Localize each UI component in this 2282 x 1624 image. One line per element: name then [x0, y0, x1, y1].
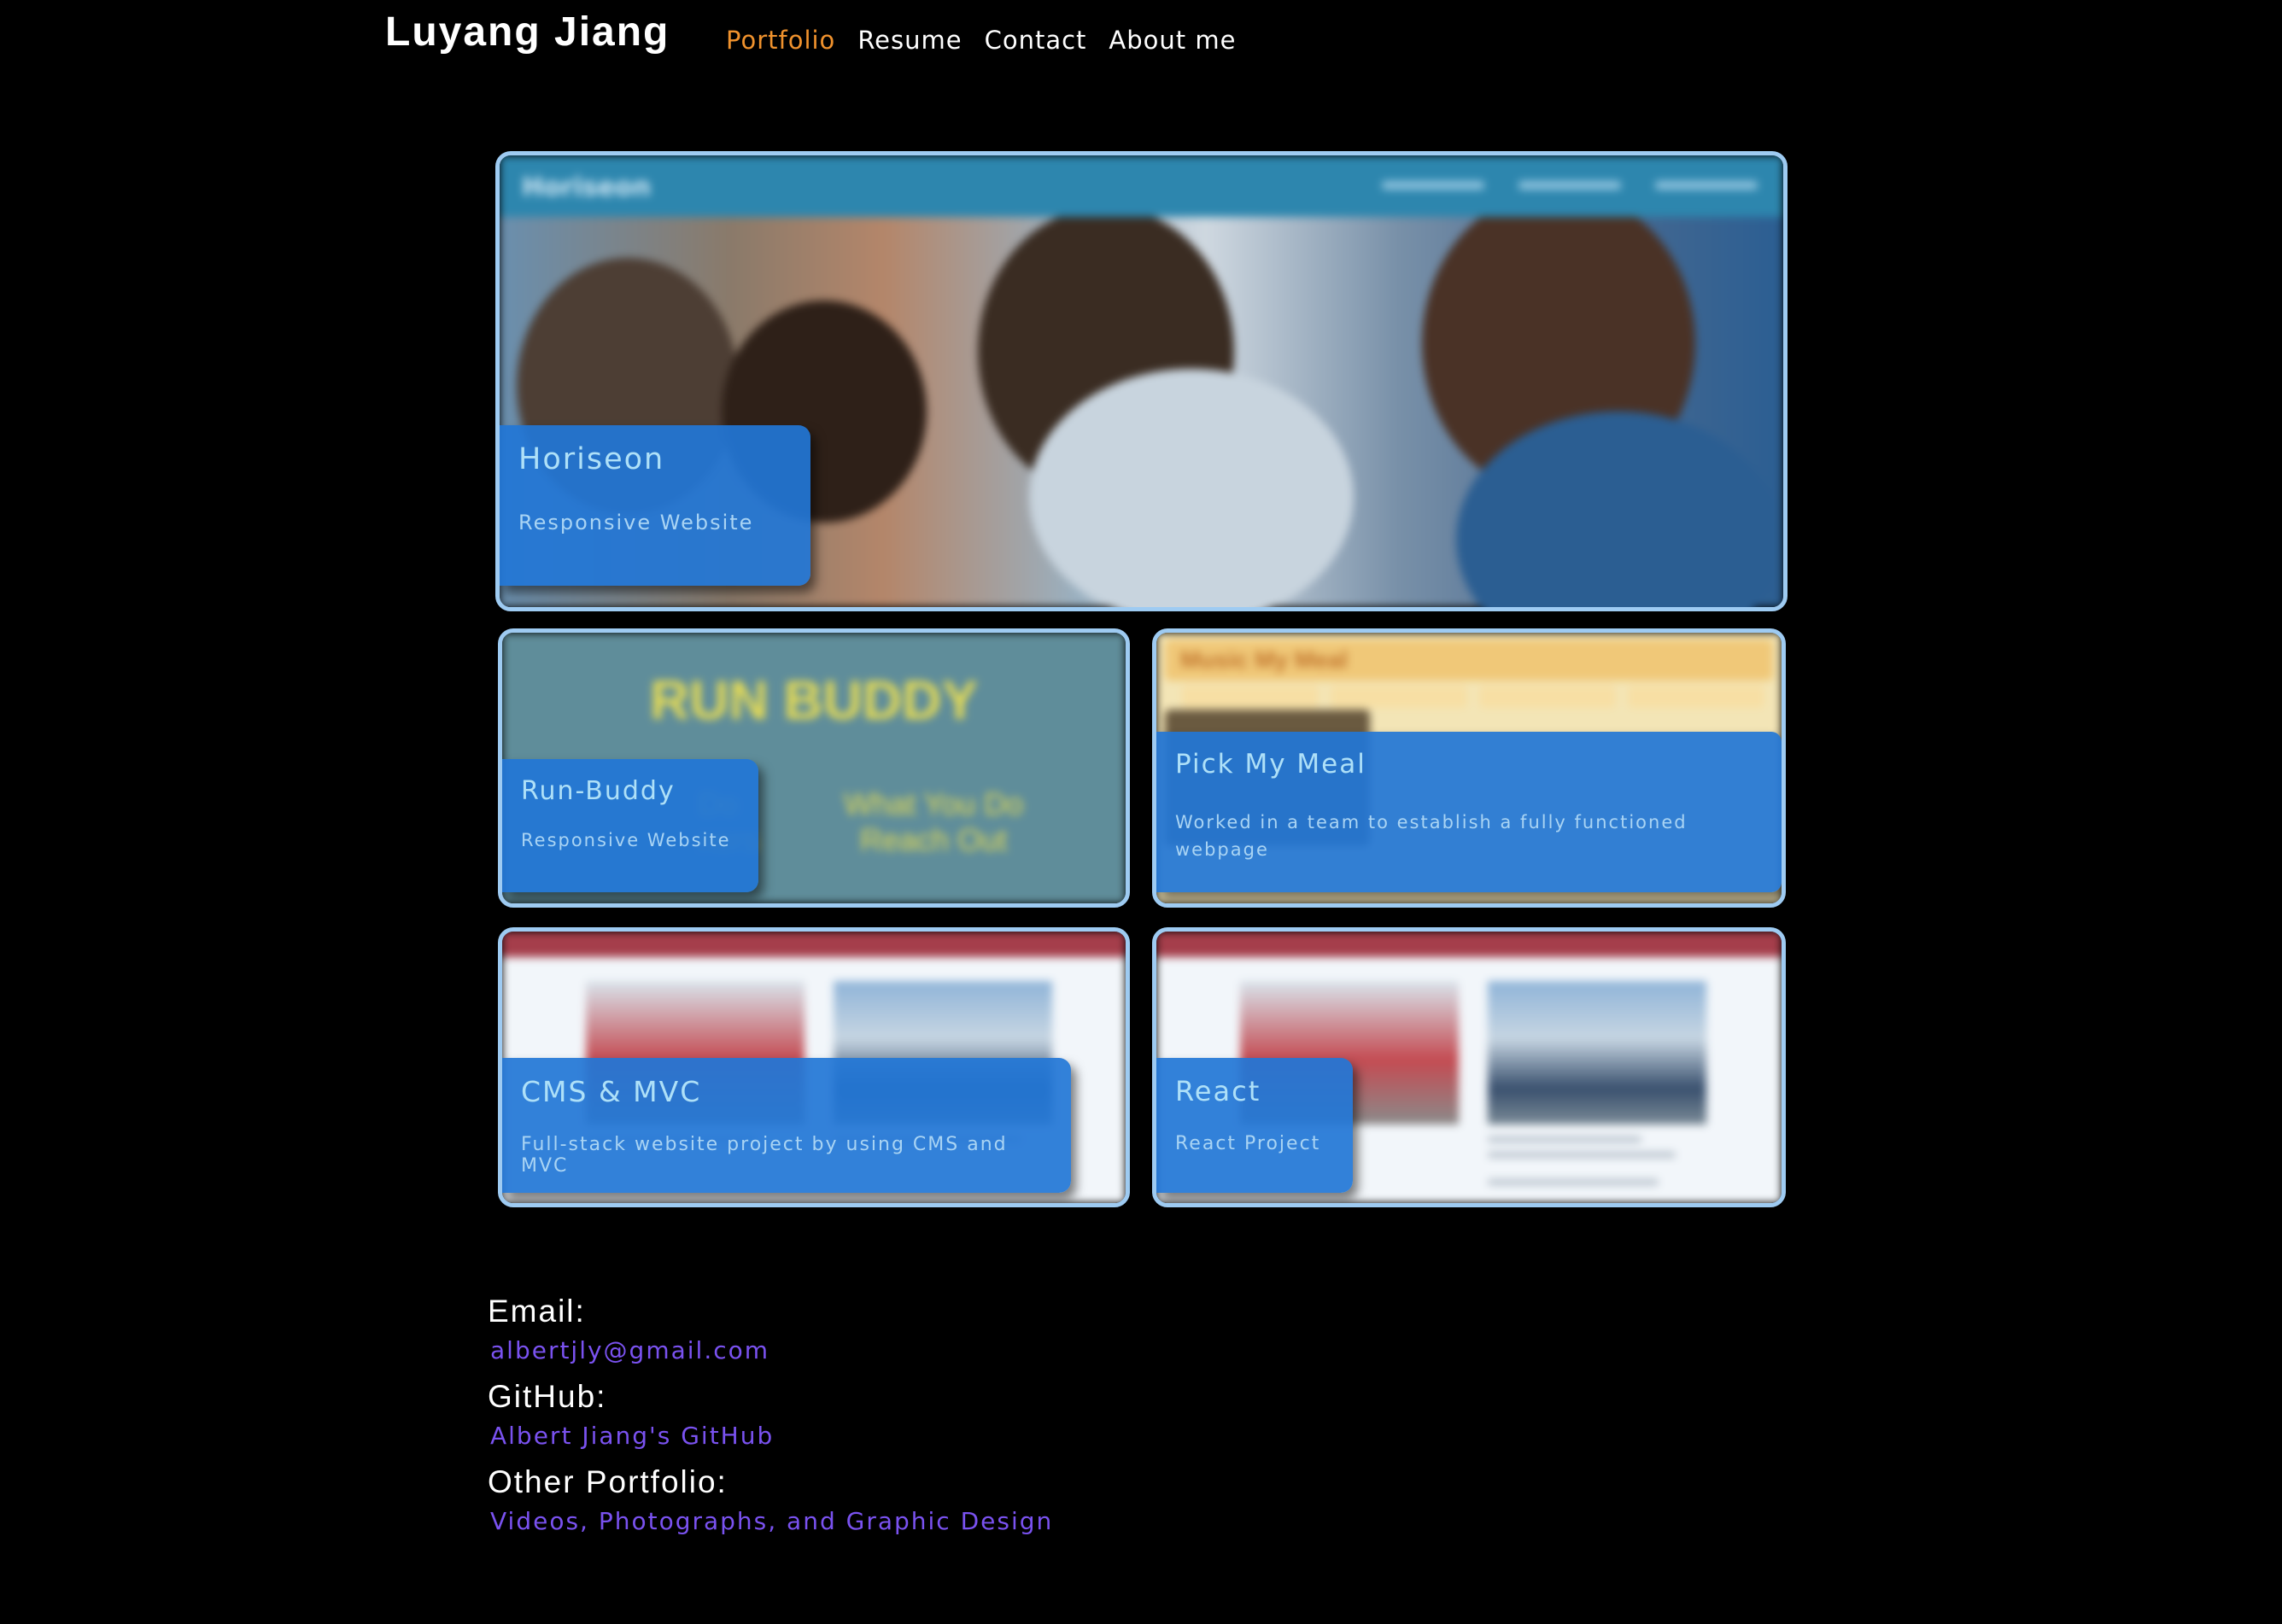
- project-card-pick-my-meal[interactable]: Music My Meal Pick My Meal Worked in a t…: [1152, 628, 1786, 908]
- site-title: Luyang Jiang: [385, 9, 670, 55]
- project-description: Worked in a team to establish a fully fu…: [1175, 812, 1688, 860]
- project-card-cms-mvc[interactable]: CMS & MVC Full-stack website project by …: [498, 927, 1130, 1207]
- project-title: React: [1175, 1075, 1261, 1107]
- project-title: CMS & MVC: [521, 1075, 702, 1108]
- other-portfolio-label: Other Portfolio:: [488, 1464, 728, 1499]
- project-overlay: React React Project: [1156, 1058, 1353, 1193]
- project-card-run-buddy[interactable]: RUN BUDDY Doners What You DoReach Out Ru…: [498, 628, 1130, 908]
- project-card-horiseon[interactable]: Horiseon Horiseon Responsive Website: [495, 151, 1788, 611]
- nav-resume[interactable]: Resume: [857, 19, 962, 61]
- nav-contact[interactable]: Contact: [985, 19, 1087, 61]
- nav-portfolio[interactable]: Portfolio: [726, 19, 835, 61]
- project-title: Run-Buddy: [521, 776, 676, 806]
- project-description: Full-stack website project by using CMS …: [521, 1134, 1008, 1177]
- other-portfolio-link[interactable]: Videos, Photographs, and Graphic Design: [490, 1503, 1053, 1540]
- project-overlay: Horiseon Responsive Website: [500, 425, 810, 586]
- project-description: React Project: [1175, 1133, 1321, 1154]
- project-description: Responsive Website: [521, 830, 731, 850]
- main-nav: Portfolio Resume Contact About me: [726, 19, 1236, 61]
- project-overlay: Run-Buddy Responsive Website: [502, 759, 758, 892]
- email-link[interactable]: albertjly@gmail.com: [490, 1332, 1053, 1370]
- project-description: Responsive Website: [518, 511, 754, 535]
- project-overlay: CMS & MVC Full-stack website project by …: [502, 1058, 1071, 1193]
- project-card-react[interactable]: React React Project: [1152, 927, 1786, 1207]
- contact-section: Email: albertjly@gmail.com GitHub: Alber…: [488, 1284, 1053, 1540]
- project-title: Horiseon: [518, 442, 665, 476]
- email-label: Email:: [488, 1294, 586, 1329]
- github-link[interactable]: Albert Jiang's GitHub: [490, 1417, 1053, 1455]
- nav-about-me[interactable]: About me: [1109, 19, 1236, 61]
- project-title: Pick My Meal: [1175, 749, 1366, 780]
- github-label: GitHub:: [488, 1379, 607, 1414]
- project-overlay: Pick My Meal Worked in a team to establi…: [1156, 732, 1782, 892]
